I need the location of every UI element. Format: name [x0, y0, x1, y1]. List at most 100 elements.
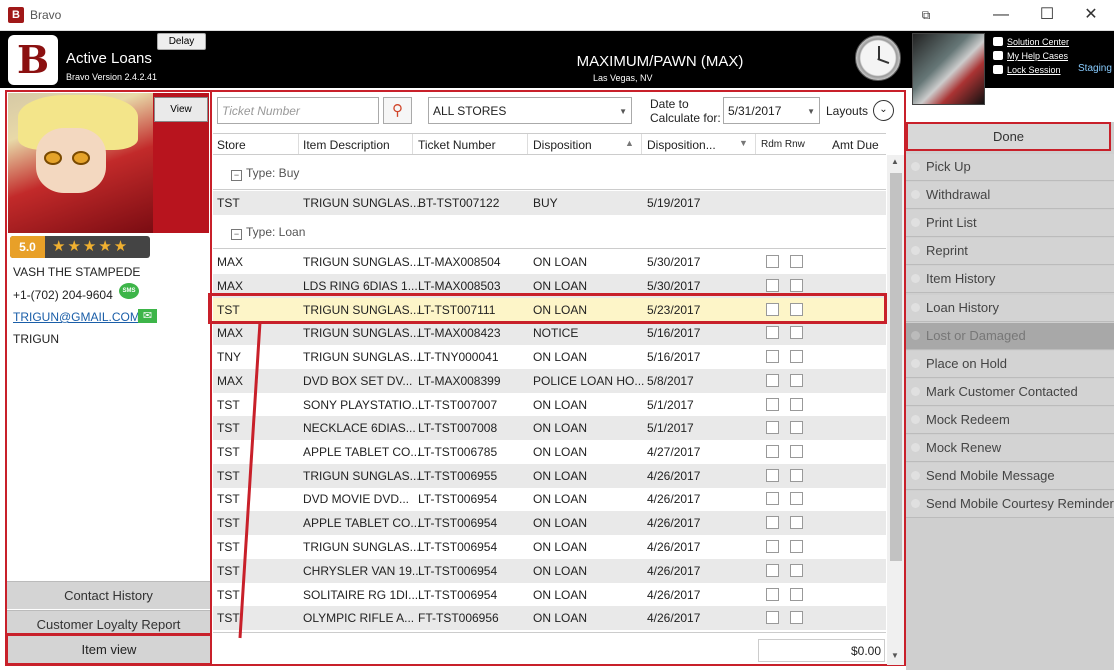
scroll-down-icon[interactable]: ▼: [891, 651, 899, 660]
redeem-checkbox[interactable]: [766, 611, 779, 624]
redeem-checkbox[interactable]: [766, 588, 779, 601]
table-row[interactable]: TST SOLITAIRE RG 1DI... LT-TST006954 ON LOA…: [213, 583, 886, 607]
table-row[interactable]: TST CHRYSLER VAN 19... LT-TST006954 ON LOAN…: [213, 559, 886, 583]
redeem-checkbox[interactable]: [766, 398, 779, 411]
renew-checkbox[interactable]: [790, 326, 803, 339]
table-row[interactable]: TST TRIGUN SUNGLAS... BT-TST007122 BUY 5/19/…: [213, 191, 886, 215]
layouts-expand-icon[interactable]: ⌄: [873, 100, 894, 121]
renew-checkbox[interactable]: [790, 279, 803, 292]
redeem-checkbox[interactable]: [766, 279, 779, 292]
renew-checkbox[interactable]: [790, 374, 803, 387]
table-row[interactable]: TST TRIGUN SUNGLAS... LT-TST006955 ON LOAN 4…: [213, 464, 886, 488]
redeem-checkbox[interactable]: [766, 564, 779, 577]
redeem-checkbox[interactable]: [766, 540, 779, 553]
snap-icon[interactable]: ⧉: [903, 4, 949, 28]
cell-store: TST: [217, 469, 240, 483]
table-row[interactable]: TST SONY PLAYSTATIO... LT-TST007007 ON LOAN…: [213, 393, 886, 417]
reprint-button[interactable]: Reprint: [906, 238, 1114, 265]
col-store[interactable]: Store: [217, 138, 246, 152]
redeem-checkbox[interactable]: [766, 326, 779, 339]
table-row[interactable]: MAX DVD BOX SET DV... LT-MAX008399 POLICE L…: [213, 369, 886, 393]
mock-renew-button[interactable]: Mock Renew: [906, 435, 1114, 462]
scroll-up-icon[interactable]: ▲: [891, 157, 899, 166]
withdrawal-button[interactable]: Withdrawal: [906, 182, 1114, 209]
mock-redeem-button[interactable]: Mock Redeem: [906, 407, 1114, 434]
group-header[interactable]: − Type: Buy: [213, 166, 886, 190]
table-row[interactable]: TST APPLE TABLET CO... LT-TST006785 ON LOAN…: [213, 440, 886, 464]
renew-checkbox[interactable]: [790, 469, 803, 482]
action-label: Mark Customer Contacted: [926, 384, 1078, 399]
collapse-icon[interactable]: −: [231, 170, 242, 181]
renew-checkbox[interactable]: [790, 445, 803, 458]
ticket-number-input[interactable]: Ticket Number: [217, 97, 379, 124]
delay-button[interactable]: Delay: [157, 33, 206, 50]
close-button[interactable]: ✕: [1068, 4, 1114, 28]
pick-up-button[interactable]: Pick Up: [906, 154, 1114, 181]
send-mobile-message-button[interactable]: Send Mobile Message: [906, 463, 1114, 490]
mark-customer-contacted-button[interactable]: Mark Customer Contacted: [906, 379, 1114, 406]
table-row[interactable]: TST APPLE TABLET CO... LT-TST006954 ON LOAN…: [213, 511, 886, 535]
renew-checkbox[interactable]: [790, 350, 803, 363]
done-button[interactable]: Done: [906, 122, 1111, 151]
item-history-button[interactable]: Item History: [906, 266, 1114, 293]
table-row[interactable]: MAX TRIGUN SUNGLAS... LT-MAX008504 ON LOAN 5…: [213, 250, 886, 274]
loan-history-button[interactable]: Loan History: [906, 295, 1114, 322]
redeem-checkbox[interactable]: [766, 255, 779, 268]
cell-date: 5/16/2017: [647, 350, 701, 364]
renew-checkbox[interactable]: [790, 421, 803, 434]
group-header[interactable]: − Type: Loan: [213, 225, 886, 249]
cell-ticket: LT-MAX008504: [418, 255, 501, 269]
col-rdm-rnw[interactable]: Rdm Rnw: [761, 139, 805, 150]
redeem-checkbox[interactable]: [766, 492, 779, 505]
contact-history-button[interactable]: Contact History: [7, 581, 210, 609]
col-amt-due[interactable]: Amt Due: [832, 138, 879, 152]
renew-checkbox[interactable]: [790, 516, 803, 529]
table-row[interactable]: TNY TRIGUN SUNGLAS... LT-TNY000041 ON LOAN 5…: [213, 345, 886, 369]
cell-date: 5/19/2017: [647, 196, 701, 210]
table-row[interactable]: TST TRIGUN SUNGLAS... LT-TST006954 ON LOAN 4…: [213, 535, 886, 559]
table-row[interactable]: TST OLYMPIC RIFLE A... FT-TST006956 ON LOAN…: [213, 606, 886, 630]
table-row[interactable]: TST NECKLACE 6DIAS... LT-TST007008 ON LOAN 5…: [213, 416, 886, 440]
user-avatar[interactable]: [912, 33, 985, 105]
redeem-checkbox[interactable]: [766, 350, 779, 363]
table-row[interactable]: MAX TRIGUN SUNGLAS... LT-MAX008423 NOTICE 5/…: [213, 321, 886, 345]
renew-checkbox[interactable]: [790, 611, 803, 624]
item-view-button[interactable]: Item view: [5, 633, 213, 666]
renew-checkbox[interactable]: [790, 255, 803, 268]
renew-checkbox[interactable]: [790, 398, 803, 411]
view-photo-button[interactable]: View: [154, 97, 208, 122]
send-mobile-courtesy-reminder-button[interactable]: Send Mobile Courtesy Reminder: [906, 491, 1114, 518]
scroll-thumb[interactable]: [890, 173, 902, 561]
grid-scrollbar[interactable]: ▲ ▼: [887, 155, 904, 665]
renew-checkbox[interactable]: [790, 492, 803, 505]
solution-center-link[interactable]: Solution Center: [993, 35, 1069, 49]
sms-icon[interactable]: SMS: [119, 283, 139, 299]
redeem-checkbox[interactable]: [766, 421, 779, 434]
minimize-button[interactable]: —: [978, 4, 1024, 28]
print-list-button[interactable]: Print List: [906, 210, 1114, 237]
cell-date: 5/30/2017: [647, 255, 701, 269]
renew-checkbox[interactable]: [790, 540, 803, 553]
search-icon[interactable]: ⚲: [383, 97, 412, 124]
customer-email-link[interactable]: TRIGUN@GMAIL.COM: [13, 310, 140, 324]
store-select[interactable]: ALL STORES ▼: [428, 97, 632, 124]
place-on-hold-button[interactable]: Place on Hold: [906, 351, 1114, 378]
redeem-checkbox[interactable]: [766, 374, 779, 387]
col-disposition[interactable]: Disposition: [533, 138, 592, 152]
redeem-checkbox[interactable]: [766, 469, 779, 482]
redeem-checkbox[interactable]: [766, 445, 779, 458]
date-picker[interactable]: 5/31/2017 ▼: [723, 97, 820, 124]
lock-session-link[interactable]: Lock Session: [993, 63, 1069, 77]
redeem-checkbox[interactable]: [766, 516, 779, 529]
col-item-description[interactable]: Item Description: [303, 138, 390, 152]
mail-icon[interactable]: ✉: [138, 309, 157, 323]
maximize-button[interactable]: ☐: [1024, 4, 1070, 28]
col-ticket-number[interactable]: Ticket Number: [418, 138, 496, 152]
renew-checkbox[interactable]: [790, 588, 803, 601]
col-disposition-date[interactable]: Disposition...: [647, 138, 716, 152]
collapse-icon[interactable]: −: [231, 229, 242, 240]
table-row[interactable]: TST DVD MOVIE DVD... LT-TST006954 ON LOAN 4/…: [213, 487, 886, 511]
help-cases-link[interactable]: My Help Cases: [993, 49, 1069, 63]
renew-checkbox[interactable]: [790, 564, 803, 577]
cell-ticket: LT-TST006954: [418, 516, 498, 530]
